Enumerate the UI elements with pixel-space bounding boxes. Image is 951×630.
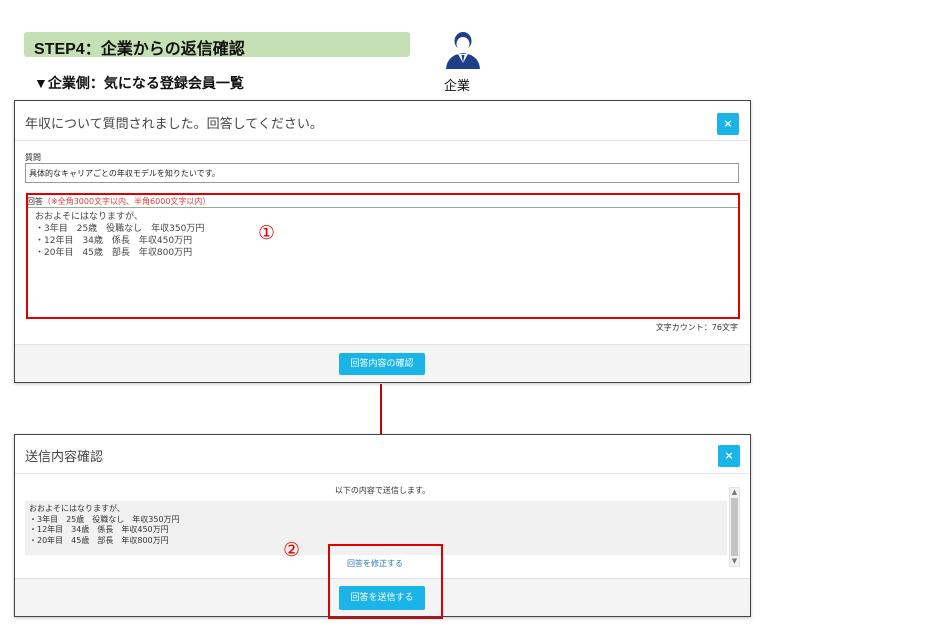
char-count: 文字カウント：76文字 xyxy=(655,323,738,332)
close-icon[interactable]: × xyxy=(717,113,739,135)
company-label: 企業 xyxy=(444,79,471,94)
highlight-box-send xyxy=(328,544,443,619)
scrollbar[interactable]: ▲ ▼ xyxy=(729,487,740,567)
question-field: 具体的なキャリアごとの年収モデルを知りたいです。 xyxy=(25,163,739,183)
confirm-answer-button[interactable]: 回答内容の確認 xyxy=(339,353,425,375)
modal-title: 年収について質問されました。回答してください。 xyxy=(25,117,323,132)
scroll-up-arrow-icon[interactable]: ▲ xyxy=(730,488,739,497)
preview-line: おおよそにはなりますが、 xyxy=(29,504,125,513)
scroll-down-arrow-icon[interactable]: ▼ xyxy=(730,557,739,566)
preview-line: ・12年目 34歳 係長 年収450万円 xyxy=(29,525,169,534)
arrow-down-icon xyxy=(380,384,382,440)
preview-line: ・3年目 25歳 役職なし 年収350万円 xyxy=(29,514,180,524)
close-icon[interactable]: × xyxy=(718,445,740,467)
marker-1: ① xyxy=(258,222,276,244)
person-icon xyxy=(444,30,482,70)
highlight-box-answer xyxy=(26,193,740,319)
step-banner: STEP4：企業からの返信確認 xyxy=(24,32,410,58)
modal-title: 送信内容確認 xyxy=(25,450,104,465)
scroll-thumb[interactable] xyxy=(731,498,738,556)
question-label: 質問 xyxy=(25,153,41,162)
modal-divider xyxy=(15,473,750,474)
section-subheading: ▼企業側：気になる登録会員一覧 xyxy=(34,75,244,91)
marker-2: ② xyxy=(283,539,301,561)
modal-divider xyxy=(15,140,750,141)
confirm-message: 以下の内容で送信します。 xyxy=(334,486,431,495)
